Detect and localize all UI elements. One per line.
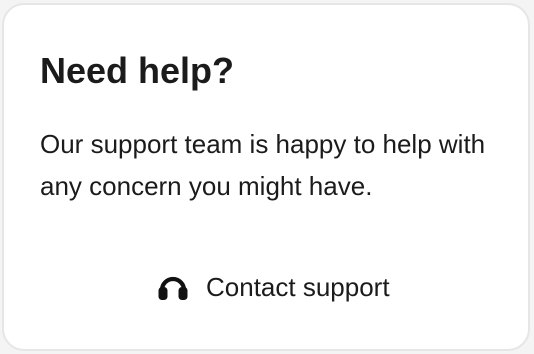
contact-support-label: Contact support <box>206 272 390 302</box>
card-description: Our support team is happy to help with a… <box>40 129 486 201</box>
headset-icon <box>154 268 192 306</box>
help-card: Need help? Our support team is happy to … <box>2 3 530 351</box>
card-title: Need help? <box>40 50 235 91</box>
contact-support-link[interactable]: Contact support <box>154 265 390 309</box>
